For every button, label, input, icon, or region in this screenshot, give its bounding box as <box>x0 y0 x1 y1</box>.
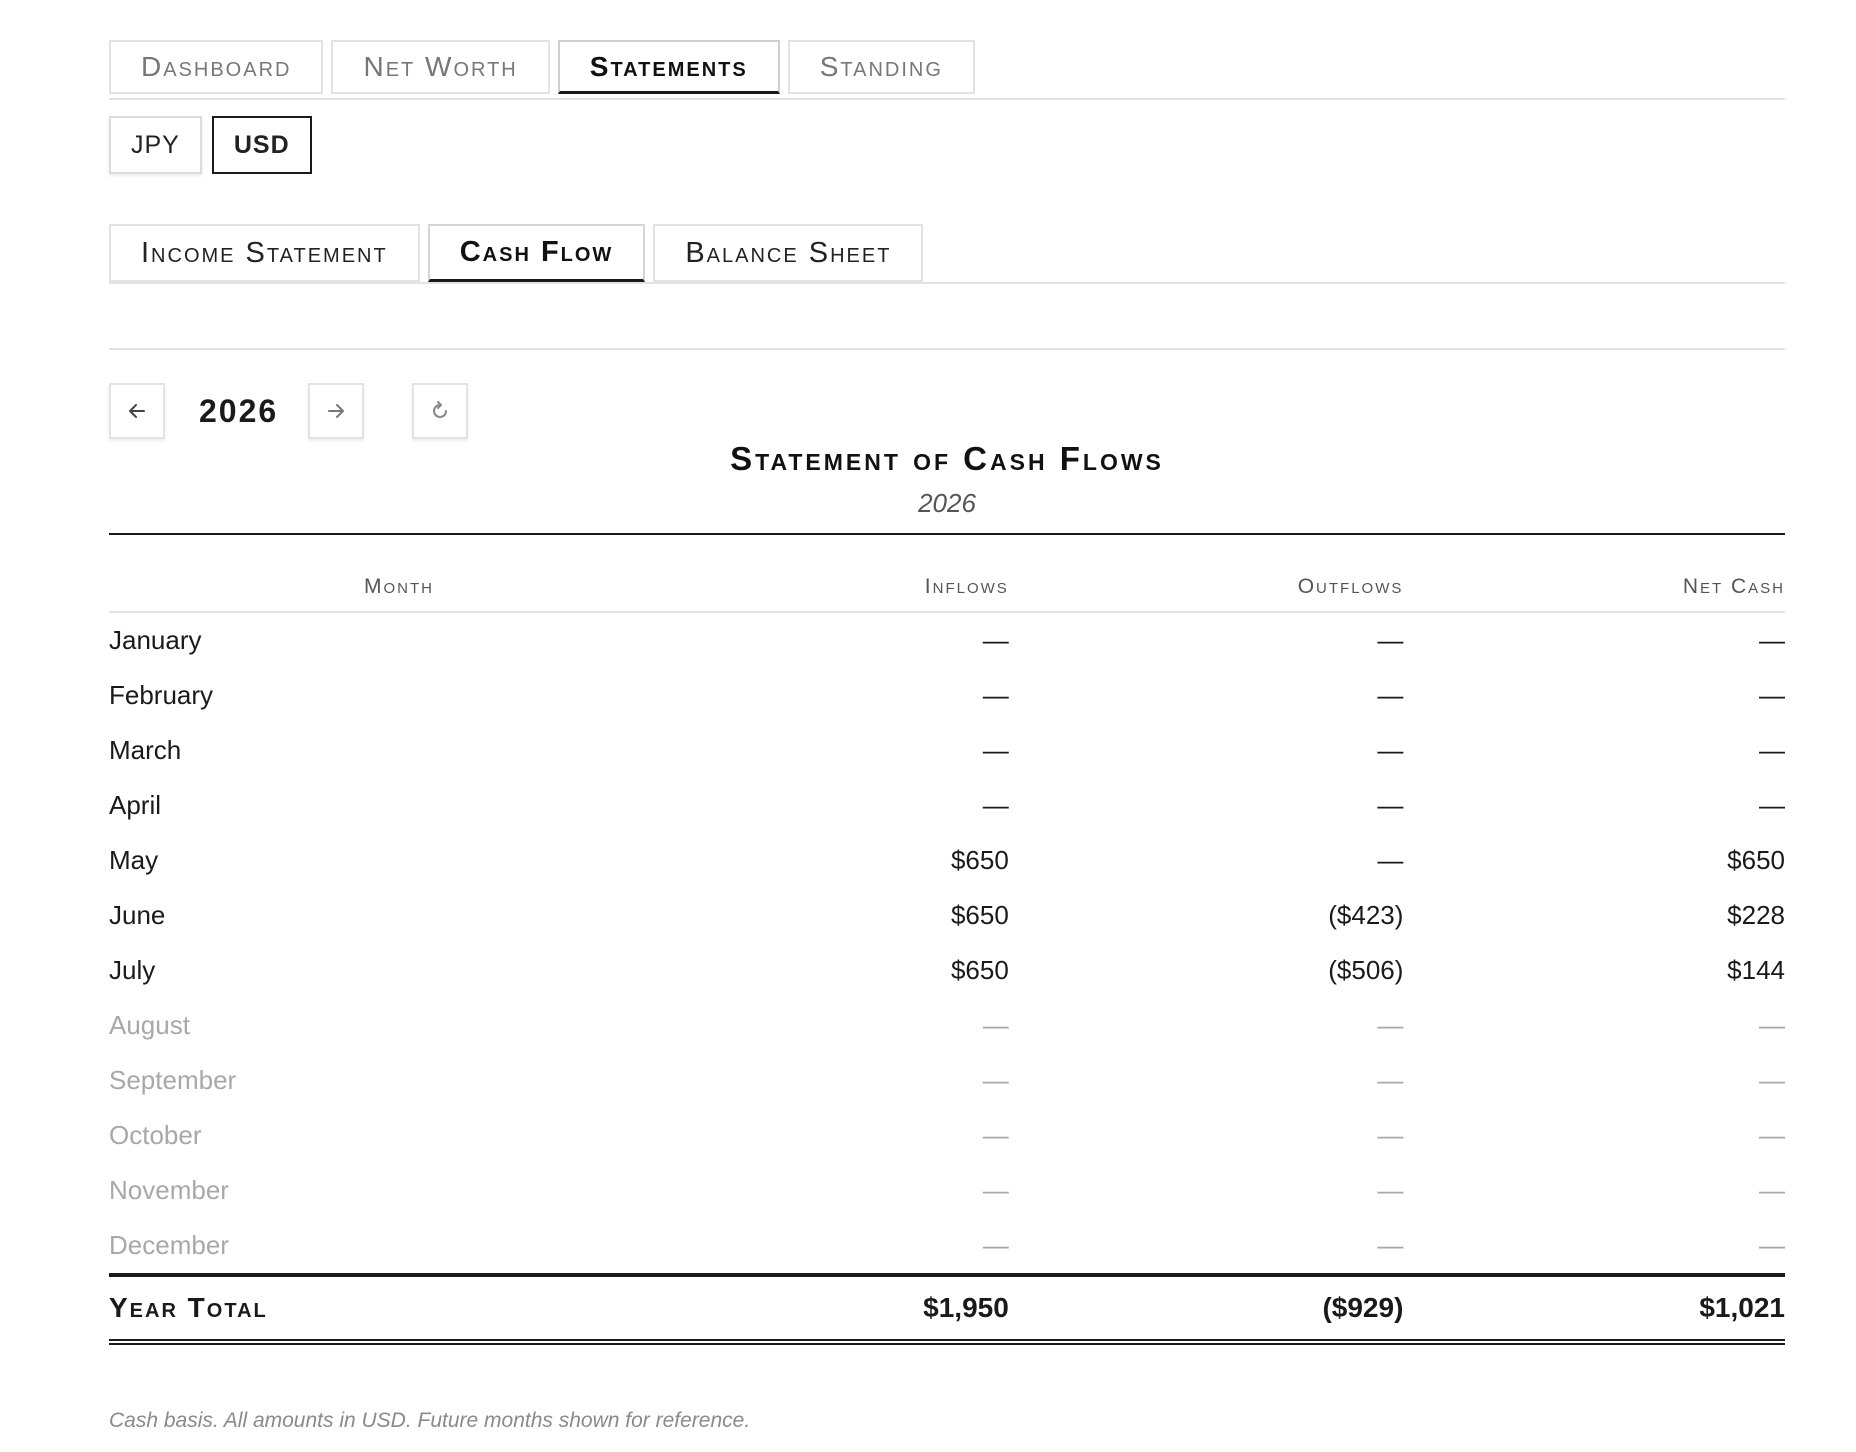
table-row: May $650 — $650 <box>109 833 1785 888</box>
total-outflows: ($929) <box>1008 1273 1404 1345</box>
row-month: September <box>109 1065 237 1095</box>
row-month: December <box>109 1230 229 1260</box>
row-net-cash: $650 <box>1727 845 1785 875</box>
cash-flow-table: Month Inflows Outflows Net Cash January —… <box>109 575 1785 1345</box>
row-outflows: — <box>1377 735 1404 765</box>
currency-usd-button[interactable]: USD <box>211 116 312 174</box>
main-tabs: Dashboard Net Worth Statements Standing <box>109 40 1785 100</box>
row-inflows: — <box>982 1010 1009 1040</box>
row-month: June <box>109 900 166 930</box>
row-outflows: ($506) <box>1328 955 1404 985</box>
tab-balance-sheet[interactable]: Balance Sheet <box>653 224 924 282</box>
prev-year-button[interactable] <box>109 383 165 439</box>
row-outflows: — <box>1377 1230 1404 1260</box>
row-outflows: — <box>1377 790 1404 820</box>
tab-dashboard[interactable]: Dashboard <box>109 40 324 94</box>
row-inflows: — <box>982 1120 1009 1150</box>
row-inflows: — <box>982 625 1009 655</box>
row-inflows: $650 <box>950 955 1009 985</box>
row-outflows: — <box>1377 1120 1404 1150</box>
currency-toggle: JPY USD <box>109 116 1785 174</box>
row-inflows: — <box>982 1175 1009 1205</box>
table-header-row: Month Inflows Outflows Net Cash <box>109 575 1785 613</box>
currency-jpy-button[interactable]: JPY <box>109 116 202 174</box>
table-row: January — — — <box>109 612 1785 668</box>
heading-rule <box>109 533 1785 535</box>
row-month: April <box>109 790 162 820</box>
row-outflows: — <box>1377 1065 1404 1095</box>
row-month: July <box>109 955 156 985</box>
refresh-icon <box>433 401 448 418</box>
next-year-button[interactable] <box>308 383 365 439</box>
row-month: January <box>109 625 202 655</box>
table-row: October — — — <box>109 1108 1785 1163</box>
table-row: July $650 ($506) $144 <box>109 943 1785 998</box>
table-row: September — — — <box>109 1053 1785 1108</box>
row-month: May <box>109 845 159 875</box>
table-row: April — — — <box>109 778 1785 833</box>
row-inflows: — <box>982 680 1009 710</box>
row-month: March <box>109 735 182 765</box>
row-net-cash: — <box>1759 1175 1785 1205</box>
row-inflows: — <box>982 1230 1009 1260</box>
row-inflows: — <box>982 790 1009 820</box>
header-inflows: Inflows <box>689 575 1009 613</box>
current-year: 2026 <box>199 392 279 429</box>
row-net-cash: — <box>1759 680 1785 710</box>
row-net-cash: — <box>1759 625 1785 655</box>
year-navigation: 2026 <box>109 382 1785 440</box>
app: Dashboard Net Worth Statements Standing … <box>109 40 1785 1433</box>
row-month: August <box>109 1010 190 1040</box>
arrow-left-icon <box>129 404 145 418</box>
table-row: June $650 ($423) $228 <box>109 888 1785 943</box>
header-net-cash: Net Cash <box>1403 575 1785 613</box>
total-net-cash: $1,021 <box>1403 1273 1785 1345</box>
row-inflows: $650 <box>950 900 1009 930</box>
tab-statements[interactable]: Statements <box>557 40 780 94</box>
row-outflows: — <box>1377 680 1404 710</box>
refresh-button[interactable] <box>412 383 469 439</box>
arrow-right-icon <box>328 404 345 418</box>
table-row: December — — — <box>109 1218 1785 1275</box>
table-row: August — — — <box>109 998 1785 1053</box>
statement-subtitle: 2026 <box>918 488 976 518</box>
footnote: Cash basis. All amounts in USD. Future m… <box>109 1409 751 1432</box>
row-month: October <box>109 1120 202 1150</box>
table-row: February — — — <box>109 668 1785 723</box>
section-divider <box>109 348 1785 350</box>
row-outflows: — <box>1377 625 1404 655</box>
table-row: November — — — <box>109 1163 1785 1218</box>
row-month: November <box>109 1175 229 1205</box>
row-net-cash: — <box>1759 735 1785 765</box>
header-outflows: Outflows <box>1008 575 1404 613</box>
row-outflows: ($423) <box>1328 900 1404 930</box>
row-net-cash: — <box>1759 1010 1785 1040</box>
row-net-cash: — <box>1759 1065 1785 1095</box>
row-inflows: $650 <box>950 845 1009 875</box>
statement-tabs: Income Statement Cash Flow Balance Sheet <box>109 224 1785 284</box>
tab-standing[interactable]: Standing <box>787 40 975 94</box>
total-inflows: $1,950 <box>689 1273 1009 1345</box>
row-inflows: — <box>982 735 1009 765</box>
tab-cash-flow[interactable]: Cash Flow <box>427 224 646 282</box>
row-month: February <box>109 680 214 710</box>
row-net-cash: $144 <box>1727 955 1785 985</box>
row-net-cash: — <box>1759 1230 1785 1260</box>
header-month: Month <box>109 575 689 613</box>
year-total-row: Year Total $1,950 ($929) $1,021 <box>109 1273 1785 1345</box>
tab-net-worth[interactable]: Net Worth <box>331 40 550 94</box>
row-inflows: — <box>982 1065 1009 1095</box>
total-label: Year Total <box>109 1273 689 1345</box>
row-outflows: — <box>1377 1175 1404 1205</box>
tab-income-statement[interactable]: Income Statement <box>109 224 420 282</box>
row-net-cash: — <box>1759 790 1785 820</box>
row-outflows: — <box>1377 845 1404 875</box>
row-net-cash: — <box>1759 1120 1785 1150</box>
row-outflows: — <box>1377 1010 1404 1040</box>
statement-title: Statement of Cash Flows <box>730 440 1164 477</box>
table-row: March — — — <box>109 723 1785 778</box>
row-net-cash: $228 <box>1727 900 1785 930</box>
